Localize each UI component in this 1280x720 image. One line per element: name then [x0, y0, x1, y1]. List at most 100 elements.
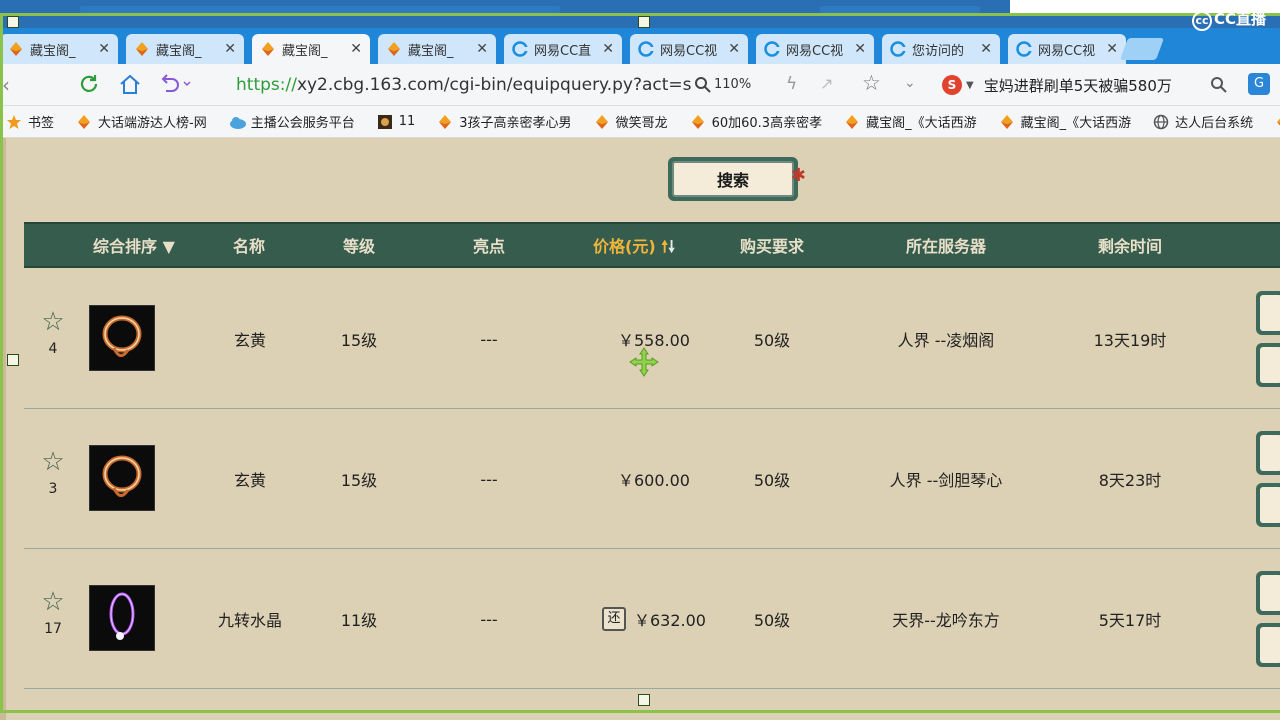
close-icon[interactable]: ✕: [854, 41, 866, 57]
bookmark-item[interactable]: 藏宝阁_《大话西游: [999, 112, 1131, 131]
resize-handle-bc[interactable]: [638, 694, 650, 706]
tab-title: 藏宝阁_: [30, 43, 76, 59]
favorite-star-icon[interactable]: ☆: [38, 449, 68, 475]
bookmark-item[interactable]: 60加60.3高亲密孝: [690, 112, 823, 131]
resize-handle-tc[interactable]: [638, 16, 650, 28]
add-to-cart-face: [1260, 487, 1280, 523]
ribbon-icon: ✱: [790, 165, 806, 186]
bookmark-item[interactable]: 主播公会服务平台: [229, 112, 355, 131]
translate-icon[interactable]: G: [1248, 73, 1270, 95]
item-price-cell: 还 ￥632.00: [564, 549, 744, 689]
close-icon[interactable]: ✕: [224, 41, 236, 57]
bookmark-label: 达人后台系统: [1175, 116, 1254, 131]
sort-dropdown-icon[interactable]: ▼: [163, 237, 175, 256]
table-row[interactable]: ☆ 3 玄黄 15级 --- ￥600.00 50级 人界 --剑胆琴心 8天23时: [24, 409, 1280, 549]
lightning-icon[interactable]: ϟ: [786, 74, 797, 94]
favorite-star-icon[interactable]: ☆: [862, 71, 881, 95]
close-icon[interactable]: ✕: [98, 41, 110, 57]
price-header-label: 价格(元): [593, 237, 656, 256]
browser-tab[interactable]: 藏宝阁_ ✕: [0, 34, 118, 64]
cbg-icon: [999, 114, 1015, 130]
search-engine-icon[interactable]: S: [942, 75, 962, 95]
level-header: 等级: [314, 224, 404, 270]
cbg-icon: [844, 114, 860, 130]
bookmark-item[interactable]: 3孩子高亲密孝心男: [437, 112, 572, 131]
favorite-toggle[interactable]: ☆ 4: [38, 309, 68, 357]
refresh-icon[interactable]: [78, 73, 100, 99]
browser-tab[interactable]: 网易CC视 ✕: [756, 34, 874, 64]
close-icon[interactable]: ✕: [980, 41, 992, 57]
item-thumbnail[interactable]: [89, 585, 155, 651]
back-icon[interactable]: ‹: [2, 73, 10, 97]
favorite-toggle[interactable]: ☆ 3: [38, 449, 68, 497]
bookmark-item[interactable]: 藏宝阁_《大话西游: [844, 112, 977, 131]
home-icon[interactable]: [118, 73, 142, 99]
item-server: 天界--龙吟东方: [892, 611, 1000, 630]
close-icon[interactable]: ✕: [350, 41, 362, 57]
close-icon[interactable]: ✕: [602, 41, 614, 57]
url-input[interactable]: https://xy2.cbg.163.com/cgi-bin/equipque…: [236, 75, 692, 95]
bookmark-item[interactable]: 微笑哥龙: [594, 112, 668, 131]
bookmark-label: 主播公会服务平台: [250, 116, 355, 131]
game-icon: [377, 114, 393, 130]
item-price-cell: ￥600.00: [564, 409, 744, 549]
cbg-icon: [690, 114, 706, 130]
search-engine-box[interactable]: S ▼ 宝妈进群刷单5天被骗580万: [942, 70, 1242, 100]
bookmark-item[interactable]: 11: [377, 114, 415, 130]
cbg-icon: [594, 114, 610, 130]
browser-tab[interactable]: 网易CC视 ✕: [1008, 34, 1126, 64]
item-thumbnail[interactable]: [89, 305, 155, 371]
resize-handle-ml[interactable]: [7, 354, 19, 366]
browser-tab[interactable]: 藏宝阁_ ✕: [378, 34, 496, 64]
zoom-level[interactable]: 110%: [714, 77, 751, 92]
bookmark-label: 藏宝阁_《大话西游: [866, 116, 977, 131]
add-to-cart-button[interactable]: [1256, 483, 1280, 527]
add-to-cart-button[interactable]: [1256, 343, 1280, 387]
zoom-icon[interactable]: [694, 76, 712, 98]
bookmark-label: 60加60.3高亲密孝: [711, 116, 823, 131]
item-price-cell: ￥558.00: [564, 269, 744, 409]
resize-handle-tl[interactable]: [7, 16, 19, 28]
table-row[interactable]: ☆ 17 九转水晶 11级 --- 还 ￥632.00 50级 天界--龙吟东方 5天17时: [24, 549, 1280, 689]
favorite-star-icon[interactable]: ☆: [38, 309, 68, 335]
favorite-toggle[interactable]: ☆ 17: [38, 589, 68, 637]
bookmark-item[interactable]: 达人后台系统: [1153, 112, 1253, 131]
bookmark-label: 书签: [28, 116, 55, 131]
browser-tab[interactable]: 藏宝阁_ ✕: [252, 34, 370, 64]
table-row[interactable]: ☆ 4 玄黄 15级 --- ￥558.00 50级 人界 --凌烟阁 13天19时: [24, 269, 1280, 409]
close-icon[interactable]: ✕: [728, 41, 740, 57]
sort-header[interactable]: 综合排序 ▼: [74, 224, 194, 270]
browser-tab[interactable]: 网易CC直 ✕: [504, 34, 622, 64]
remaining-header: 剩余时间: [1074, 224, 1186, 270]
new-tab-button[interactable]: [1119, 38, 1165, 60]
cbg-icon: [76, 114, 92, 130]
tab-title: 您访问的: [912, 43, 965, 59]
dropdown-chevron-icon[interactable]: ⌄: [904, 75, 916, 91]
search-engine-text[interactable]: 宝妈进群刷单5天被骗580万: [984, 75, 1172, 96]
search-icon[interactable]: [1210, 76, 1228, 98]
share-icon[interactable]: ↗: [820, 74, 833, 93]
price-header[interactable]: 价格(元) 🠕🠗: [564, 224, 704, 270]
move-cursor-icon: [628, 346, 660, 382]
browser-tab[interactable]: 藏宝阁_ ✕: [126, 34, 244, 64]
bookmark-item[interactable]: 书签: [6, 112, 54, 131]
buy-button[interactable]: [1256, 571, 1280, 615]
browser-tab[interactable]: 网易CC视 ✕: [630, 34, 748, 64]
favorite-star-icon[interactable]: ☆: [38, 589, 68, 615]
item-price: ￥600.00: [618, 471, 690, 490]
level-header-label: 等级: [342, 237, 375, 256]
buy-button[interactable]: [1256, 291, 1280, 335]
engine-dropdown-icon[interactable]: ▼: [966, 80, 974, 91]
add-to-cart-button[interactable]: [1256, 623, 1280, 667]
bookmark-item[interactable]: 大话端游达人榜-网: [76, 112, 207, 131]
cc-logo-text: CC直播: [1213, 10, 1266, 28]
item-thumbnail[interactable]: [89, 445, 155, 511]
bookmark-item[interactable]: 吉: [1275, 112, 1280, 131]
close-icon[interactable]: ✕: [1106, 41, 1118, 57]
buy-button[interactable]: [1256, 431, 1280, 475]
search-button[interactable]: 搜索 ✱: [668, 157, 806, 201]
browser-tab[interactable]: 您访问的 ✕: [882, 34, 1000, 64]
undo-icon[interactable]: [158, 73, 192, 99]
close-icon[interactable]: ✕: [476, 41, 488, 57]
sort-desc-icon[interactable]: 🠗: [668, 237, 675, 256]
